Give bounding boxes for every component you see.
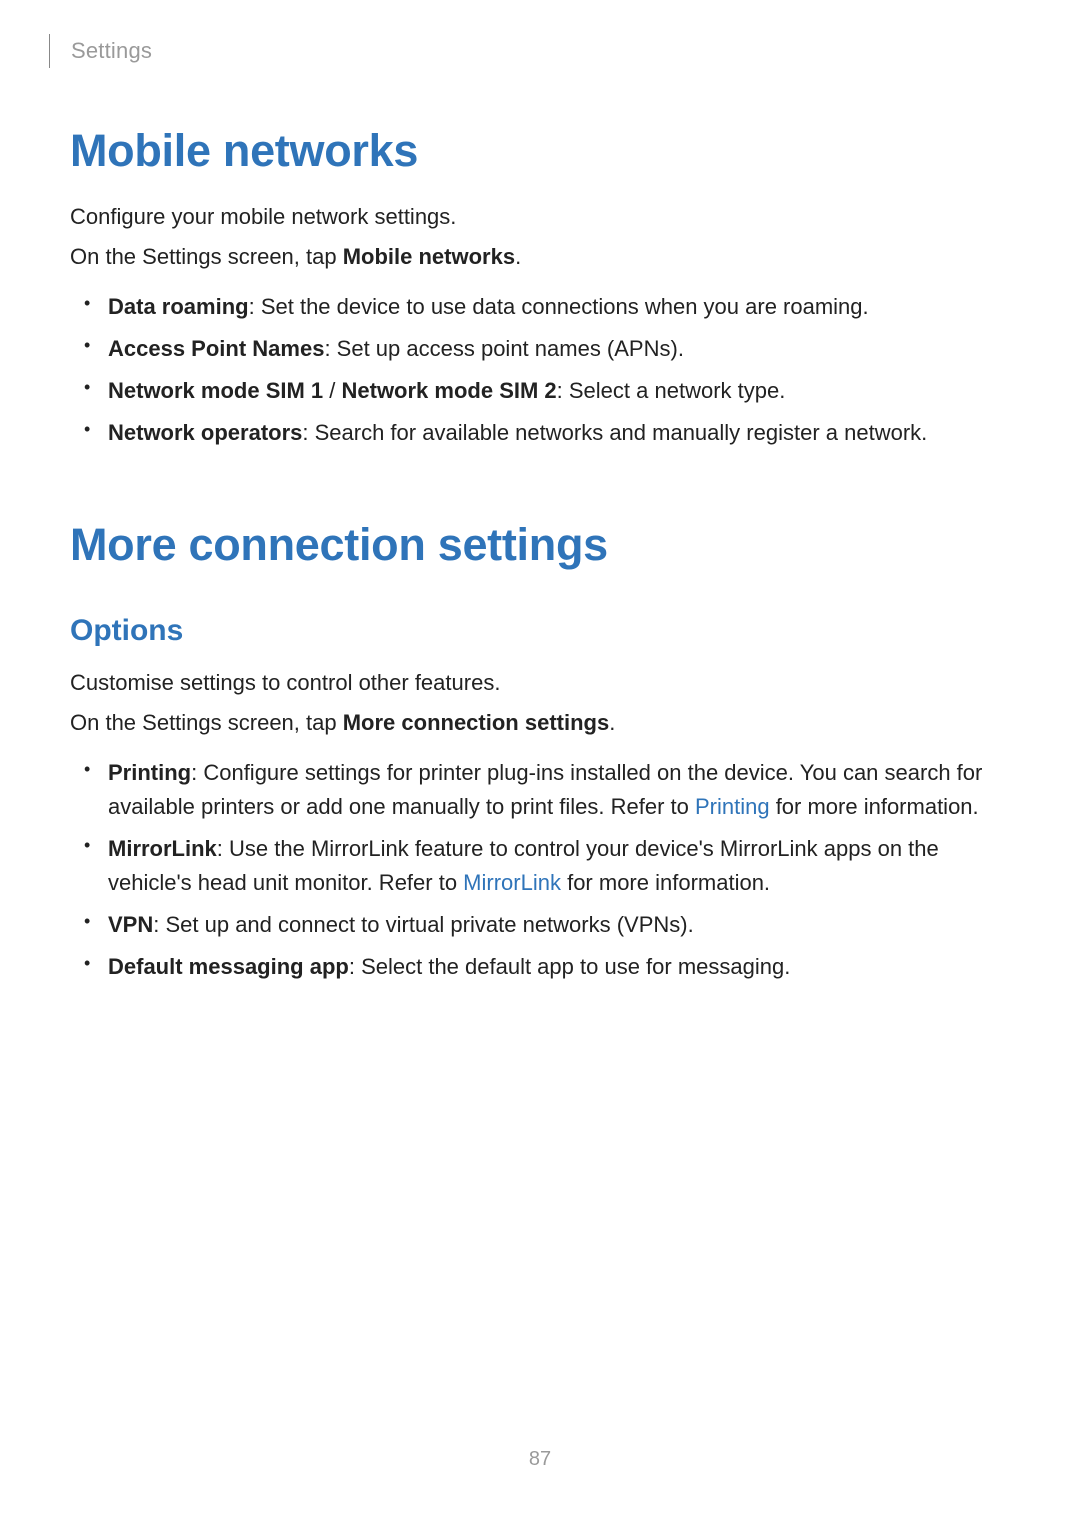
text-fragment: / [323,378,341,403]
setting-term: MirrorLink [108,836,217,861]
bullet-list: Printing: Configure settings for printer… [70,756,1010,985]
setting-term: Network mode SIM 1 [108,378,323,403]
subheading-options: Options [70,614,1010,648]
setting-desc: for more information. [561,870,770,895]
setting-term: Default messaging app [108,954,349,979]
list-item: Default messaging app: Select the defaul… [108,950,1010,984]
setting-desc: : Select a network type. [557,378,786,403]
setting-term: Network operators [108,420,302,445]
text-fragment: On the Settings screen, tap [70,244,343,269]
text-fragment: . [609,710,615,735]
setting-desc: : Set up and connect to virtual private … [153,912,693,937]
setting-term: Printing [108,760,191,785]
setting-desc: : Select the default app to use for mess… [349,954,791,979]
setting-term: Data roaming [108,294,249,319]
running-head: Settings [70,34,1010,68]
setting-desc: for more information. [770,794,979,819]
intro-text: Customise settings to control other feat… [70,666,1010,700]
setting-term: Access Point Names [108,336,324,361]
setting-desc: : Set up access point names (APNs). [324,336,684,361]
list-item: VPN: Set up and connect to virtual priva… [108,908,1010,942]
document-page: Settings Mobile networks Configure your … [0,0,1080,1527]
list-item: Printing: Configure settings for printer… [108,756,1010,824]
running-head-text: Settings [71,38,152,64]
setting-term: VPN [108,912,153,937]
setting-desc: : Search for available networks and manu… [302,420,927,445]
cross-ref-link[interactable]: MirrorLink [463,870,561,895]
setting-desc: : Set the device to use data connections… [249,294,869,319]
ui-path-bold: More connection settings [343,710,609,735]
cross-ref-link[interactable]: Printing [695,794,770,819]
text-fragment: On the Settings screen, tap [70,710,343,735]
running-head-divider [49,34,50,68]
bullet-list: Data roaming: Set the device to use data… [70,290,1010,450]
intro-block: Customise settings to control other feat… [70,666,1010,740]
intro-text: On the Settings screen, tap More connect… [70,706,1010,740]
page-number: 87 [0,1448,1080,1471]
intro-text: Configure your mobile network settings. [70,200,1010,234]
intro-block: Configure your mobile network settings. … [70,200,1010,274]
list-item: MirrorLink: Use the MirrorLink feature t… [108,832,1010,900]
section-spacer [70,458,1010,520]
list-item: Data roaming: Set the device to use data… [108,290,1010,324]
list-item: Network operators: Search for available … [108,416,1010,450]
text-fragment: . [515,244,521,269]
list-item: Network mode SIM 1 / Network mode SIM 2:… [108,374,1010,408]
intro-text: On the Settings screen, tap Mobile netwo… [70,240,1010,274]
list-item: Access Point Names: Set up access point … [108,332,1010,366]
ui-path-bold: Mobile networks [343,244,515,269]
heading-more-connection-settings: More connection settings [70,520,1010,570]
heading-mobile-networks: Mobile networks [70,126,1010,176]
setting-term: Network mode SIM 2 [342,378,557,403]
